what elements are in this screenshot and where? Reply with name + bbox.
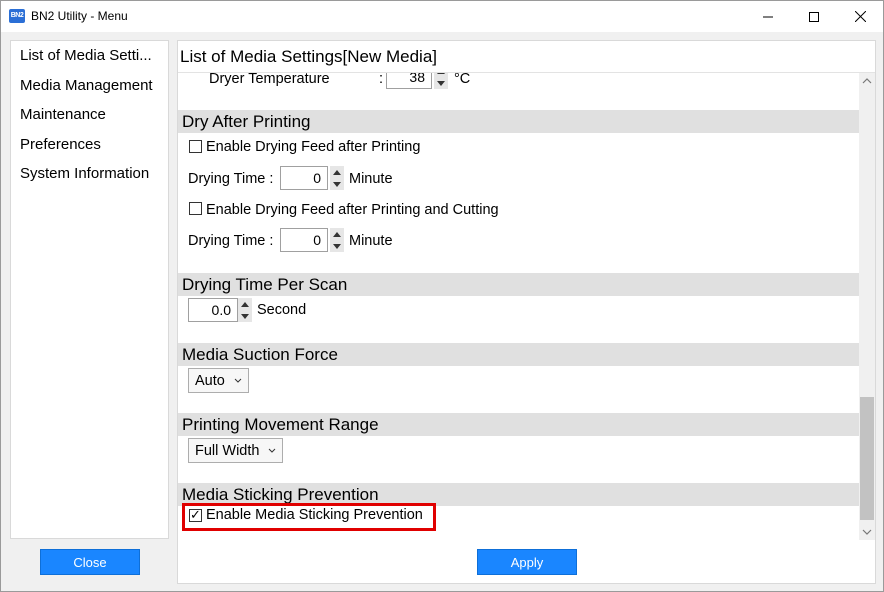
media-suction-force-value: Auto [195,373,225,389]
drying-feed-after-printing-label[interactable]: Enable Drying Feed after Printing [206,139,420,155]
maximize-button[interactable] [791,1,837,32]
chevron-down-icon [234,378,242,383]
window-title: BN2 Utility - Menu [31,9,128,23]
drying-time-1-unit: Minute [349,171,393,187]
drying-time-per-scan-up[interactable] [238,298,252,310]
media-suction-force-select[interactable]: Auto [188,368,249,393]
drying-time-2-down[interactable] [330,240,344,252]
sidebar-item-list-of-media-settings[interactable]: List of Media Setti... [20,47,160,64]
dryer-temperature-value: 38 [409,73,425,85]
minimize-button[interactable] [745,1,791,32]
sidebar: List of Media Setti... Media Management … [10,40,169,539]
drying-time-2-input[interactable]: 0 [280,228,328,252]
app-window: BN2 BN2 Utility - Menu List of Media Set… [0,0,884,592]
close-window-button[interactable] [837,1,883,32]
media-sticking-prevention-checkbox[interactable] [189,507,202,523]
drying-time-per-scan-stepper[interactable] [238,298,252,322]
page-title: List of Media Settings[New Media] [180,47,438,66]
caret-down-icon [333,243,341,249]
sidebar-item-maintenance[interactable]: Maintenance [20,106,160,123]
sidebar-item-preferences[interactable]: Preferences [20,136,160,153]
section-header-printing-movement-range: Printing Movement Range [178,413,859,436]
drying-feed-after-cutting-checkbox[interactable] [189,202,202,215]
vertical-scrollbar[interactable] [859,73,875,540]
drying-time-per-scan-unit: Second [257,302,307,318]
dryer-temperature-stepper[interactable] [434,73,448,89]
minimize-icon [763,16,773,17]
chevron-down-icon [268,448,276,453]
caret-up-icon [241,301,249,307]
sidebar-item-system-information[interactable]: System Information [20,165,160,182]
drying-time-1-up[interactable] [330,166,344,178]
caret-down-icon [437,80,445,86]
drying-time-1-label: Drying Time : [188,171,274,187]
drying-feed-after-cutting-label[interactable]: Enable Drying Feed after Printing and Cu… [206,202,499,218]
apply-button[interactable]: Apply [477,549,577,575]
caret-up-icon [437,73,445,74]
caret-up-icon [333,169,341,175]
drying-time-1-input[interactable]: 0 [280,166,328,190]
drying-feed-after-printing-checkbox[interactable] [189,140,202,153]
dryer-temperature-colon: : [379,73,384,87]
maximize-icon [809,11,819,22]
drying-time-per-scan-down[interactable] [238,310,252,322]
scroll-up-icon[interactable] [862,77,872,85]
drying-time-2-stepper[interactable] [330,228,344,252]
drying-time-1-down[interactable] [330,178,344,190]
drying-time-2-up[interactable] [330,228,344,240]
printing-movement-range-select[interactable]: Full Width [188,438,283,463]
caret-down-icon [241,313,249,319]
drying-time-2-value: 0 [313,232,321,248]
drying-time-2-unit: Minute [349,233,393,249]
drying-time-per-scan-value: 0.0 [211,302,231,318]
bn2-app-icon: BN2 [9,9,25,23]
settings-scroll-area[interactable]: Dryer Temperature : 38 °C Dry After Prin… [178,73,859,540]
drying-time-2-label: Drying Time : [188,233,274,249]
drying-time-1-stepper[interactable] [330,166,344,190]
caret-up-icon [333,231,341,237]
dryer-temperature-input[interactable]: 38 [386,73,432,89]
scrollbar-thumb[interactable] [860,397,874,520]
close-button[interactable]: Close [40,549,140,575]
printing-movement-range-value: Full Width [195,443,260,459]
dryer-temperature-label: Dryer Temperature [209,73,330,87]
section-header-media-suction-force: Media Suction Force [178,343,859,366]
media-sticking-prevention-label[interactable]: Enable Media Sticking Prevention [206,507,423,523]
settings-panel: List of Media Settings[New Media] Dryer … [177,40,876,584]
caret-down-icon [333,181,341,187]
dryer-temperature-down[interactable] [434,77,448,89]
close-icon [854,11,866,22]
sidebar-item-media-management[interactable]: Media Management [20,77,160,94]
section-header-drying-time-per-scan: Drying Time Per Scan [178,273,859,296]
drying-time-per-scan-input[interactable]: 0.0 [188,298,238,322]
scroll-down-icon[interactable] [862,528,872,536]
title-bar[interactable]: BN2 BN2 Utility - Menu [1,1,883,32]
section-header-dry-after-printing: Dry After Printing [178,110,859,133]
dryer-temperature-unit: °C [454,73,471,87]
drying-time-1-value: 0 [313,170,321,186]
